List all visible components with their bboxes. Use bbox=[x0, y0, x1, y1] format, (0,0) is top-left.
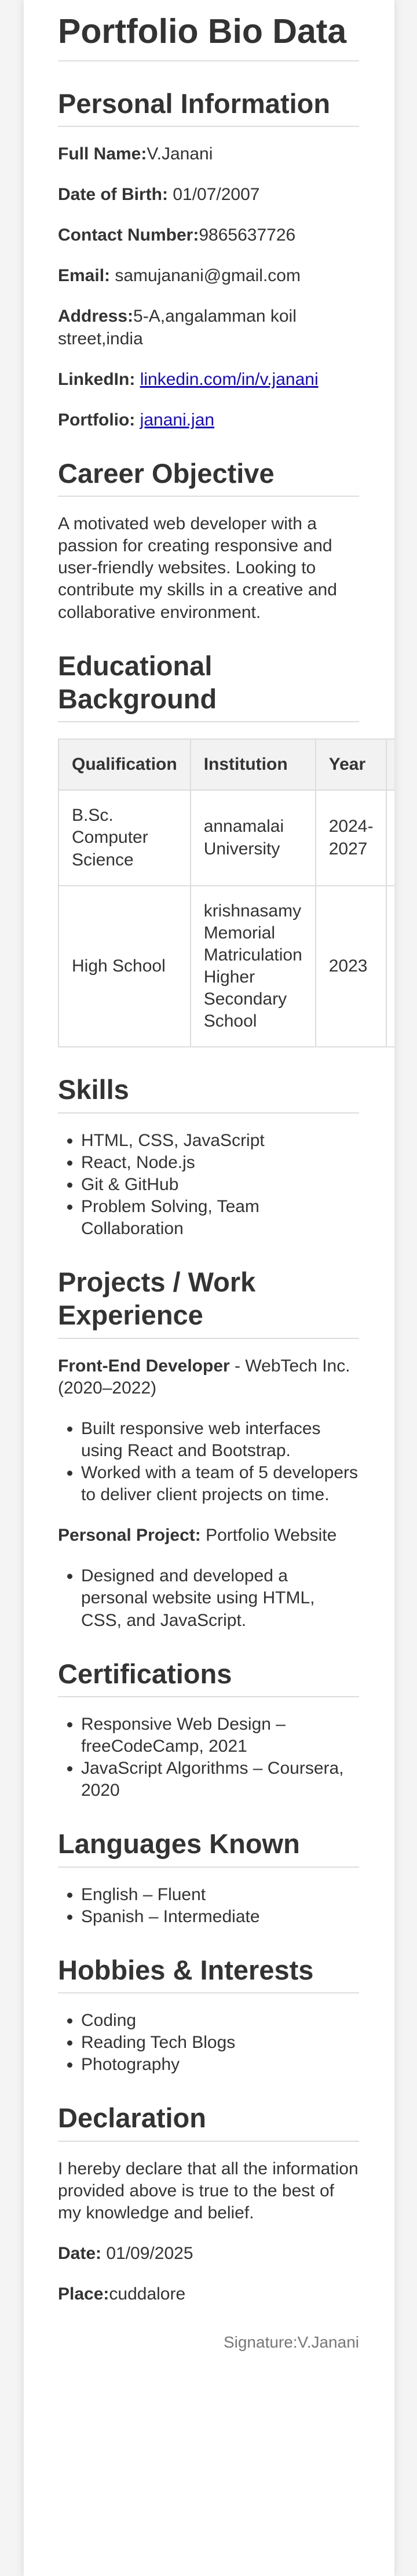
email-value: samujanani@gmail.com bbox=[110, 266, 301, 286]
address-row: Address:5-A,angalamman koil street,india bbox=[58, 305, 359, 350]
full-name-label: Full Name: bbox=[58, 144, 147, 164]
education-header-row: Qualification Institution Year P bbox=[58, 738, 394, 791]
table-row: High School krishnasamy Memorial Matricu… bbox=[58, 885, 394, 1048]
contact-row: Contact Number:9865637726 bbox=[58, 224, 359, 246]
list-item: Spanish – Intermediate bbox=[81, 1906, 359, 1928]
signature: Signature:V.Janani bbox=[223, 2333, 359, 2352]
job-title: Front-End Developer bbox=[58, 1356, 230, 1376]
hobbies-heading: Hobbies & Interests bbox=[58, 1953, 359, 1994]
date-value: 01/09/2025 bbox=[101, 2244, 193, 2264]
email-label: Email: bbox=[58, 266, 111, 286]
place-label: Place: bbox=[58, 2284, 109, 2304]
languages-heading: Languages Known bbox=[58, 1827, 359, 1868]
table-cell: 8 bbox=[386, 885, 394, 1048]
table-cell: 2023 bbox=[314, 885, 387, 1048]
skills-list: HTML, CSS, JavaScript React, Node.js Git… bbox=[58, 1130, 359, 1240]
linkedin-label: LinkedIn: bbox=[58, 369, 136, 389]
hobbies-section: Hobbies & Interests Coding Reading Tech … bbox=[58, 1953, 359, 2076]
table-cell: B.Sc. Computer Science bbox=[58, 789, 191, 886]
table-cell: High School bbox=[58, 885, 191, 1048]
address-label: Address: bbox=[58, 307, 134, 326]
page-title: Portfolio Bio Data bbox=[58, 10, 359, 61]
list-item: React, Node.js bbox=[81, 1152, 359, 1174]
declaration-heading: Declaration bbox=[58, 2101, 359, 2142]
list-item: Photography bbox=[81, 2054, 359, 2076]
place-value: cuddalore bbox=[109, 2284, 186, 2304]
header-year: Year bbox=[314, 738, 387, 791]
personal-section: Personal Information Full Name:V.Janani … bbox=[58, 87, 359, 431]
list-item: Designed and developed a personal websit… bbox=[81, 1565, 359, 1631]
bio-content: Portfolio Bio Data Personal Information … bbox=[58, 0, 394, 2352]
table-row: B.Sc. Computer Science annamalai Univers… bbox=[58, 789, 394, 886]
languages-list: English – Fluent Spanish – Intermediate bbox=[58, 1884, 359, 1928]
list-item: JavaScript Algorithms – Coursera, 2020 bbox=[81, 1758, 359, 1802]
list-item: Reading Tech Blogs bbox=[81, 2032, 359, 2054]
dob-row: Date of Birth: 01/07/2007 bbox=[58, 184, 359, 206]
projects-section: Projects / Work Experience Front-End Dev… bbox=[58, 1265, 359, 1632]
education-table-wrap: Qualification Institution Year P B.Sc. C… bbox=[58, 738, 394, 1048]
projects-heading: Projects / Work Experience bbox=[58, 1265, 359, 1339]
portfolio-row: Portfolio: janani.jan bbox=[58, 409, 359, 431]
list-item: Problem Solving, Team Collaboration bbox=[81, 1196, 359, 1240]
personal-heading: Personal Information bbox=[58, 87, 359, 128]
job-list: Built responsive web interfaces using Re… bbox=[58, 1418, 359, 1506]
languages-section: Languages Known English – Fluent Spanish… bbox=[58, 1827, 359, 1928]
declaration-section: Declaration I hereby declare that all th… bbox=[58, 2101, 359, 2352]
skills-section: Skills HTML, CSS, JavaScript React, Node… bbox=[58, 1073, 359, 1240]
linkedin-row: LinkedIn: linkedin.com/in/v.janani bbox=[58, 369, 359, 391]
list-item: Git & GitHub bbox=[81, 1174, 359, 1196]
list-item: Responsive Web Design – freeCodeCamp, 20… bbox=[81, 1713, 359, 1758]
place-row: Place:cuddalore bbox=[58, 2283, 359, 2305]
dob-value: 01/07/2007 bbox=[168, 185, 260, 205]
full-name-value: V.Janani bbox=[147, 144, 213, 164]
contact-value: 9865637726 bbox=[199, 225, 296, 245]
bio-card: Portfolio Bio Data Personal Information … bbox=[24, 0, 394, 2576]
career-text: A motivated web developer with a passion… bbox=[58, 514, 337, 622]
table-cell: krishnasamy Memorial Matriculation Highe… bbox=[189, 885, 316, 1048]
header-institution: Institution bbox=[189, 738, 316, 791]
certifications-list: Responsive Web Design – freeCodeCamp, 20… bbox=[58, 1713, 359, 1802]
list-item: Built responsive web interfaces using Re… bbox=[81, 1418, 359, 1462]
declaration-text: I hereby declare that all the informatio… bbox=[58, 2159, 359, 2222]
education-heading: Educational Background bbox=[58, 649, 359, 723]
portfolio-link[interactable]: janani.jan bbox=[140, 410, 214, 430]
contact-label: Contact Number: bbox=[58, 225, 199, 245]
personal-project-label: Personal Project: bbox=[58, 1526, 201, 1545]
certifications-section: Certifications Responsive Web Design – f… bbox=[58, 1657, 359, 1802]
header-qualification: Qualification bbox=[58, 738, 191, 791]
education-section: Educational Background Qualification Ins… bbox=[58, 649, 394, 1048]
full-name-row: Full Name:V.Janani bbox=[58, 143, 359, 165]
hobbies-list: Coding Reading Tech Blogs Photography bbox=[58, 2010, 359, 2076]
linkedin-link[interactable]: linkedin.com/in/v.janani bbox=[140, 370, 319, 389]
date-label: Date: bbox=[58, 2244, 102, 2264]
list-item: English – Fluent bbox=[81, 1884, 359, 1906]
portfolio-label: Portfolio: bbox=[58, 410, 136, 430]
email-row: Email: samujanani@gmail.com bbox=[58, 265, 359, 287]
list-item: Worked with a team of 5 developers to de… bbox=[81, 1462, 359, 1506]
header-percentage: P bbox=[386, 738, 394, 791]
table-cell: annamalai University bbox=[189, 789, 316, 886]
career-heading: Career Objective bbox=[58, 457, 359, 497]
education-table: Qualification Institution Year P B.Sc. C… bbox=[58, 738, 394, 1048]
certifications-heading: Certifications bbox=[58, 1657, 359, 1697]
personal-project-value: Portfolio Website bbox=[200, 1526, 337, 1545]
table-cell: 8 bbox=[386, 789, 394, 886]
job-row: Front-End Developer - WebTech Inc. (2020… bbox=[58, 1355, 359, 1399]
skills-heading: Skills bbox=[58, 1073, 359, 1114]
list-item: Coding bbox=[81, 2010, 359, 2032]
personal-project-list: Designed and developed a personal websit… bbox=[58, 1565, 359, 1631]
personal-project-row: Personal Project: Portfolio Website bbox=[58, 1525, 359, 1547]
dob-label: Date of Birth: bbox=[58, 185, 168, 205]
career-section: Career Objective A motivated web develop… bbox=[58, 457, 359, 624]
list-item: HTML, CSS, JavaScript bbox=[81, 1130, 359, 1152]
table-cell: 2024-2027 bbox=[314, 789, 387, 886]
date-row: Date: 01/09/2025 bbox=[58, 2243, 359, 2265]
